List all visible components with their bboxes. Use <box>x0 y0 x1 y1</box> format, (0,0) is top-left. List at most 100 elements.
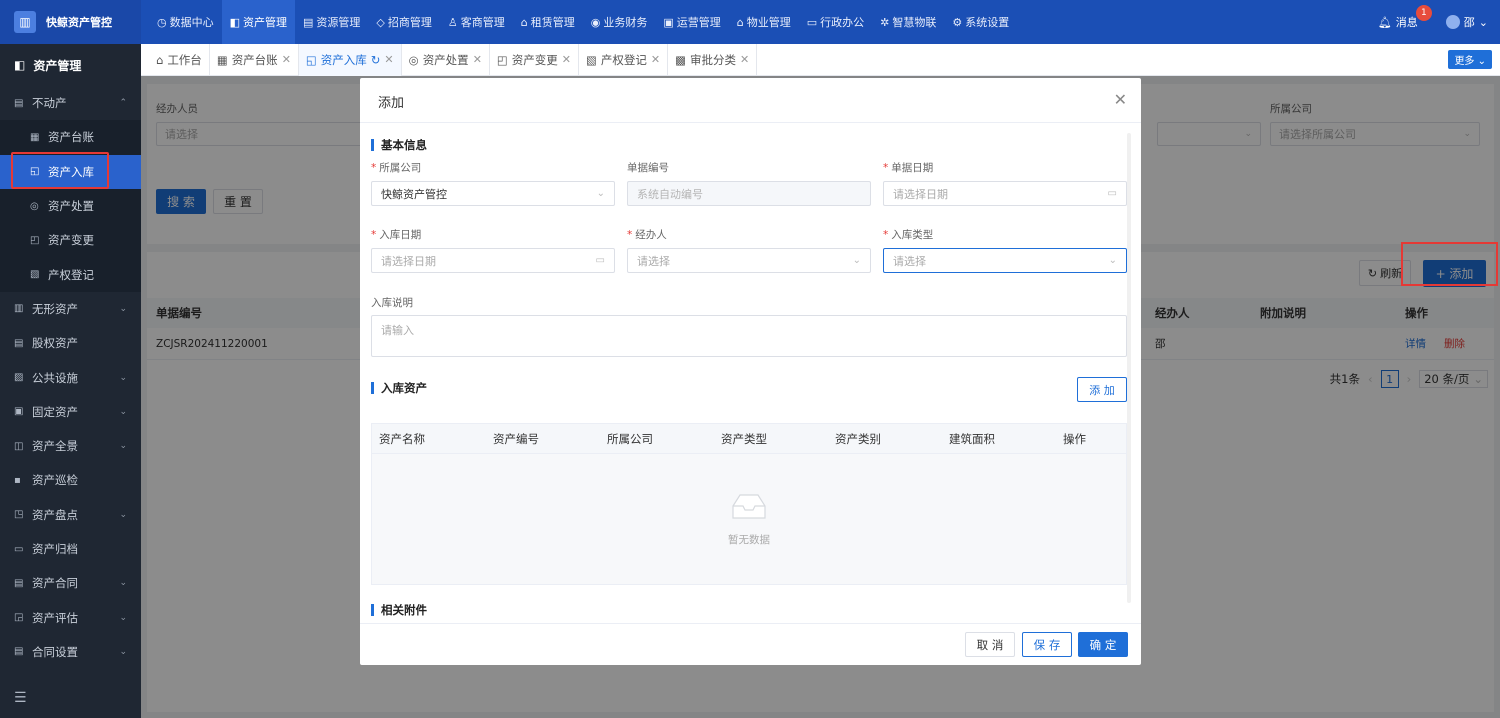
logo[interactable]: ▥ 快鲸资产管控 <box>0 0 141 44</box>
tab[interactable]: ◰ 资产变更 ✕ <box>490 43 579 76</box>
doc-no-label: 单据编号 <box>627 162 669 174</box>
sidebar-item[interactable]: ▤ 不动产 ⌃ <box>0 86 141 120</box>
tab[interactable]: ▩ 审批分类 ✕ <box>668 43 758 76</box>
sidebar-item-label: 固定资产 <box>32 404 78 419</box>
close-icon[interactable]: ✕ <box>282 53 291 66</box>
sidebar-header: ◧ 资产管理 <box>0 44 141 86</box>
tab[interactable]: ▦ 资产台账 ✕ <box>210 43 299 76</box>
topnav-item[interactable]: ▭ 行政办公 <box>799 0 872 44</box>
doc-date-picker[interactable]: 请选择日期 ▭ <box>883 181 1127 206</box>
top-bar: ▥ 快鲸资产管控 ◷ 数据中心 ◧ 资产管理 ▤ 资源管理 ◇ 招商管理 ♙ 客商管理 ⌂ 租赁管理 ◉… <box>0 0 1500 44</box>
tab-label: 工作台 <box>167 52 202 67</box>
chevron-icon: ⌄ <box>119 509 127 520</box>
topnav-item[interactable]: ▣ 运营管理 <box>655 0 728 44</box>
sidebar-item[interactable]: ▤ 资产合同 ⌄ <box>0 566 141 600</box>
tab[interactable]: ◱ 资产入库 ↻ ✕ <box>298 43 402 76</box>
close-icon[interactable]: ✕ <box>1114 90 1127 109</box>
highlight-box-add <box>1401 242 1498 286</box>
collapse-icon[interactable]: ☰ <box>14 690 27 706</box>
refresh-icon[interactable]: ↻ <box>371 53 381 67</box>
topnav-item[interactable]: ✲ 智慧物联 <box>872 0 944 44</box>
topnav-item[interactable]: ⚙ 系统设置 <box>944 0 1017 44</box>
add-asset-button[interactable]: 添 加 <box>1077 377 1127 402</box>
topnav-item[interactable]: ♙ 客商管理 <box>440 0 513 44</box>
sidebar-item[interactable]: ▣ 固定资产 ⌄ <box>0 395 141 429</box>
topnav-item[interactable]: ◧ 资产管理 <box>221 0 296 44</box>
asset-col-header: 资产名称 <box>379 432 425 446</box>
cancel-button[interactable]: 取 消 <box>965 632 1015 657</box>
close-icon[interactable]: ✕ <box>473 53 482 66</box>
highlight-box-sidebar <box>11 152 109 189</box>
handler-label: * 经办人 <box>627 229 667 241</box>
topnav-label: 物业管理 <box>746 16 791 29</box>
topnav-label: 租赁管理 <box>530 16 575 29</box>
tab-label: 审批分类 <box>689 52 736 67</box>
topnav-label: 资源管理 <box>316 16 361 29</box>
sidebar-item-icon: ◳ <box>14 509 24 521</box>
sidebar-item[interactable]: ◰ 资产变更 <box>0 223 141 258</box>
tab[interactable]: ▧ 产权登记 ✕ <box>579 43 669 76</box>
nav-icon: ◷ <box>157 15 167 29</box>
handler-placeholder: 请选择 <box>637 254 670 268</box>
messages-button[interactable]: 🔔︎ 消息 1 <box>1377 5 1432 30</box>
tab-label: 产权登记 <box>600 52 647 67</box>
close-icon[interactable]: ✕ <box>740 53 749 66</box>
sidebar-item[interactable]: ▪ 资产巡检 <box>0 463 141 497</box>
topnav-label: 数据中心 <box>169 16 214 29</box>
asset-col-header: 所属公司 <box>607 432 653 446</box>
tab[interactable]: ⌂ 工作台 <box>149 43 210 76</box>
tab-icon: ▦ <box>216 52 228 67</box>
scrollbar[interactable] <box>1127 133 1131 603</box>
user-menu[interactable]: 邵 ⌄ <box>1445 14 1488 30</box>
sidebar-item[interactable]: ▨ 公共设施 ⌄ <box>0 360 141 394</box>
sidebar-item[interactable]: ▭ 资产归档 <box>0 532 141 566</box>
bell-icon: 🔔︎ <box>1377 15 1392 29</box>
sidebar-item[interactable]: ▤ 合同设置 ⌄ <box>0 635 141 669</box>
topnav-label: 行政办公 <box>820 16 865 29</box>
tab-icon: ⌂ <box>156 52 164 67</box>
topnav-item[interactable]: ⌂ 物业管理 <box>729 0 799 44</box>
topnav-item[interactable]: ▤ 资源管理 <box>295 0 368 44</box>
asset-col-header: 资产编号 <box>493 432 539 446</box>
sidebar-item-label: 无形资产 <box>32 301 78 316</box>
sidebar-item-icon: ◲ <box>14 612 24 624</box>
close-icon[interactable]: ✕ <box>562 53 571 66</box>
sidebar-item-label: 资产变更 <box>48 233 94 248</box>
desc-textarea[interactable]: 请输入 <box>371 315 1127 357</box>
sidebar-item-label: 产权登记 <box>48 267 94 282</box>
sidebar-item[interactable]: ▦ 资产台账 <box>0 120 141 155</box>
asset-col-header: 资产类型 <box>721 432 767 446</box>
chevron-icon: ⌄ <box>119 303 127 314</box>
close-icon[interactable]: ✕ <box>384 53 393 66</box>
in-date-picker[interactable]: 请选择日期 ▭ <box>371 248 615 273</box>
save-button[interactable]: 保 存 <box>1022 632 1072 657</box>
sidebar-item[interactable]: ◳ 资产盘点 ⌄ <box>0 498 141 532</box>
topnav-item[interactable]: ◇ 招商管理 <box>368 0 439 44</box>
handler-select[interactable]: 请选择 ⌄ <box>627 248 871 273</box>
sidebar-item[interactable]: ▥ 无形资产 ⌄ <box>0 292 141 326</box>
topnav-label: 招商管理 <box>387 16 432 29</box>
nav-icon: ⚙ <box>952 15 963 29</box>
chevron-icon: ⌄ <box>119 578 127 589</box>
topnav-item[interactable]: ◷ 数据中心 <box>149 0 222 44</box>
tab[interactable]: ◎ 资产处置 ✕ <box>402 43 490 76</box>
in-type-select[interactable]: 请选择 ⌄ <box>883 248 1127 273</box>
topnav-item[interactable]: ◉ 业务财务 <box>583 0 656 44</box>
chevron-icon: ⌄ <box>119 646 127 657</box>
sidebar-item[interactable]: ◲ 资产评估 ⌄ <box>0 600 141 634</box>
confirm-button[interactable]: 确 定 <box>1078 632 1128 657</box>
sidebar-item[interactable]: ◫ 资产全景 ⌄ <box>0 429 141 463</box>
company-select[interactable]: 快鲸资产管控 ⌄ <box>371 181 615 206</box>
sidebar-item-label: 资产处置 <box>48 199 94 214</box>
more-tabs-button[interactable]: 更多 ⌄ <box>1448 50 1492 69</box>
sidebar-item-icon: ▦ <box>30 131 40 143</box>
sidebar-item[interactable]: ▤ 股权资产 <box>0 326 141 360</box>
company-value: 快鲸资产管控 <box>381 187 447 201</box>
tab-icon: ◎ <box>408 52 419 67</box>
sidebar-item[interactable]: ◎ 资产处置 <box>0 188 141 224</box>
tab-bar: ⌂ 工作台 ▦ 资产台账 ✕ ◱ 资产入库 ↻ ✕ ◎ 资产处置 ✕ ◰ 资产变更 ✕ ▧ 产权登记 ✕ ▩ 审批分类… <box>141 43 1500 76</box>
sidebar-item[interactable]: ▧ 产权登记 <box>0 257 141 292</box>
tab-icon: ◱ <box>305 52 317 67</box>
topnav-item[interactable]: ⌂ 租赁管理 <box>513 0 583 44</box>
close-icon[interactable]: ✕ <box>651 53 660 66</box>
